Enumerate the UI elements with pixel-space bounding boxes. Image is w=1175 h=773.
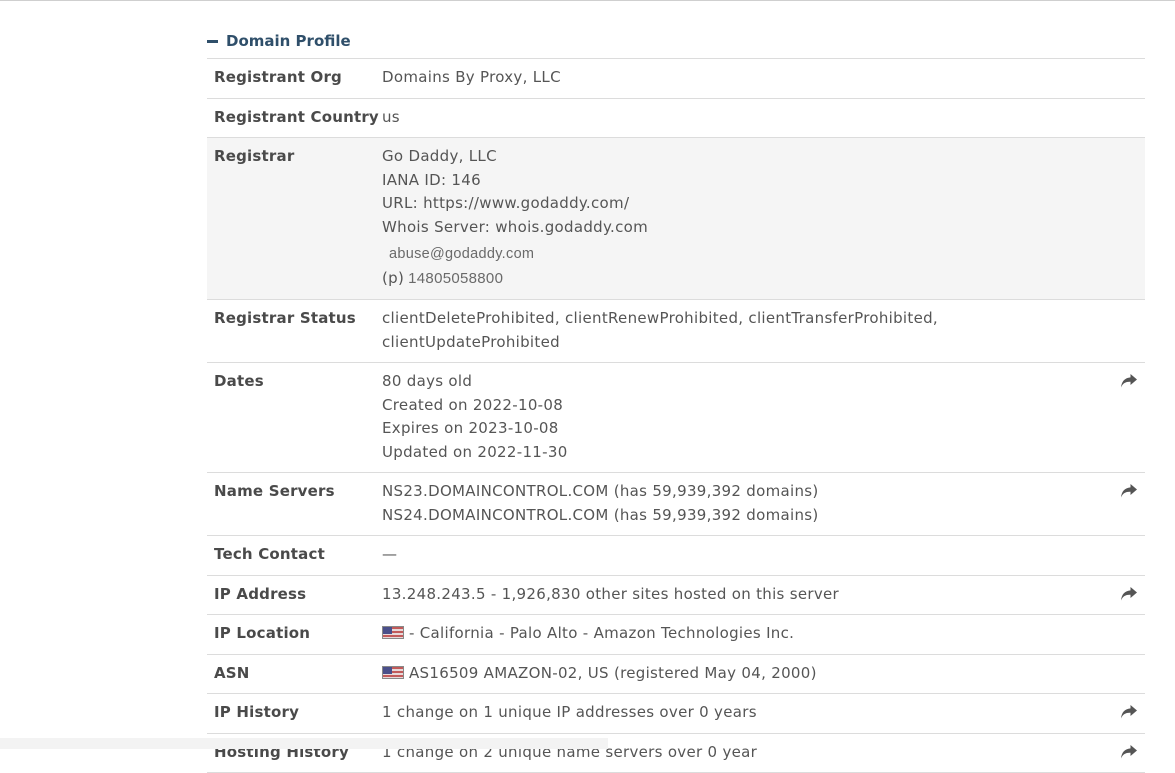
row-label: Dates bbox=[207, 370, 382, 464]
row-label: Tech Contact bbox=[207, 543, 382, 567]
share-arrow-icon[interactable] bbox=[1120, 483, 1138, 499]
row-value: 1 change on 1 unique IP addresses over 0… bbox=[382, 701, 1145, 725]
row-value: clientDeleteProhibited, clientRenewProhi… bbox=[382, 307, 1145, 354]
row-value: AS16509 AMAZON-02, US (registered May 04… bbox=[382, 662, 1145, 686]
row-label: IP History bbox=[207, 701, 382, 725]
row-ip-address: IP Address 13.248.243.5 - 1,926,830 othe… bbox=[207, 575, 1145, 615]
us-flag-icon bbox=[382, 666, 404, 679]
row-value: us bbox=[382, 106, 1145, 130]
row-name-servers: Name Servers NS23.DOMAINCONTROL.COM (has… bbox=[207, 472, 1145, 535]
row-value: — bbox=[382, 543, 1145, 567]
row-label: Registrar bbox=[207, 145, 382, 290]
row-asn: ASN AS16509 AMAZON-02, US (registered Ma… bbox=[207, 654, 1145, 694]
row-tech-contact: Tech Contact — bbox=[207, 535, 1145, 575]
share-arrow-icon[interactable] bbox=[1120, 704, 1138, 720]
row-registrant-org: Registrant Org Domains By Proxy, LLC bbox=[207, 58, 1145, 98]
status-line: clientUpdateProhibited bbox=[382, 331, 1105, 355]
row-label: IP Location bbox=[207, 622, 382, 646]
us-flag-icon bbox=[382, 626, 404, 639]
bottom-status-bar bbox=[0, 738, 608, 749]
status-line: clientDeleteProhibited, clientRenewProhi… bbox=[382, 307, 1105, 331]
name-server: NS23.DOMAINCONTROL.COM (has 59,939,392 d… bbox=[382, 480, 1105, 504]
registrar-abuse-email: abuse@godaddy.com bbox=[382, 241, 1105, 267]
row-label: IP Address bbox=[207, 583, 382, 607]
updated-date: Updated on 2022-11-30 bbox=[382, 441, 1105, 465]
row-registrar-status: Registrar Status clientDeleteProhibited,… bbox=[207, 299, 1145, 362]
row-label: Registrar Status bbox=[207, 307, 382, 354]
row-value: 80 days old Created on 2022-10-08 Expire… bbox=[382, 370, 1145, 464]
row-ip-history: IP History 1 change on 1 unique IP addre… bbox=[207, 693, 1145, 733]
row-registrar: Registrar Go Daddy, LLC IANA ID: 146 URL… bbox=[207, 137, 1145, 299]
domain-profile-header[interactable]: Domain Profile bbox=[207, 24, 1145, 58]
row-label: Registrant Org bbox=[207, 66, 382, 90]
share-arrow-icon[interactable] bbox=[1120, 373, 1138, 389]
domain-age: 80 days old bbox=[382, 370, 1105, 394]
row-value: Go Daddy, LLC IANA ID: 146 URL: https://… bbox=[382, 145, 1145, 290]
row-registrant-country: Registrant Country us bbox=[207, 98, 1145, 138]
top-divider bbox=[0, 0, 1175, 1]
created-date: Created on 2022-10-08 bbox=[382, 394, 1105, 418]
row-ip-location: IP Location - California - Palo Alto - A… bbox=[207, 614, 1145, 654]
registrar-phone: (p)14805058800 bbox=[382, 267, 1105, 290]
registrar-whois-server: Whois Server: whois.godaddy.com bbox=[382, 216, 1105, 240]
section-title: Domain Profile bbox=[226, 32, 351, 50]
asn-text: AS16509 AMAZON-02, US (registered May 04… bbox=[409, 664, 817, 682]
name-server: NS24.DOMAINCONTROL.COM (has 59,939,392 d… bbox=[382, 504, 1105, 528]
phone-number: 14805058800 bbox=[408, 270, 503, 287]
domain-profile-panel: Domain Profile Registrant Org Domains By… bbox=[207, 24, 1145, 773]
share-arrow-icon[interactable] bbox=[1120, 744, 1138, 760]
registrar-url: URL: https://www.godaddy.com/ bbox=[382, 192, 1105, 216]
share-arrow-icon[interactable] bbox=[1120, 586, 1138, 602]
expires-date: Expires on 2023-10-08 bbox=[382, 417, 1105, 441]
row-dates: Dates 80 days old Created on 2022-10-08 … bbox=[207, 362, 1145, 472]
row-value: Domains By Proxy, LLC bbox=[382, 66, 1145, 90]
row-value: 13.248.243.5 - 1,926,830 other sites hos… bbox=[382, 583, 1145, 607]
row-label: ASN bbox=[207, 662, 382, 686]
row-label: Registrant Country bbox=[207, 106, 382, 130]
registrar-iana-id: IANA ID: 146 bbox=[382, 169, 1105, 193]
row-value: - California - Palo Alto - Amazon Techno… bbox=[382, 622, 1145, 646]
row-value: NS23.DOMAINCONTROL.COM (has 59,939,392 d… bbox=[382, 480, 1145, 527]
registrar-name: Go Daddy, LLC bbox=[382, 145, 1105, 169]
ip-location-text: - California - Palo Alto - Amazon Techno… bbox=[409, 624, 794, 642]
minus-icon[interactable] bbox=[207, 40, 218, 43]
row-label: Name Servers bbox=[207, 480, 382, 527]
phone-prefix: (p) bbox=[382, 269, 404, 287]
